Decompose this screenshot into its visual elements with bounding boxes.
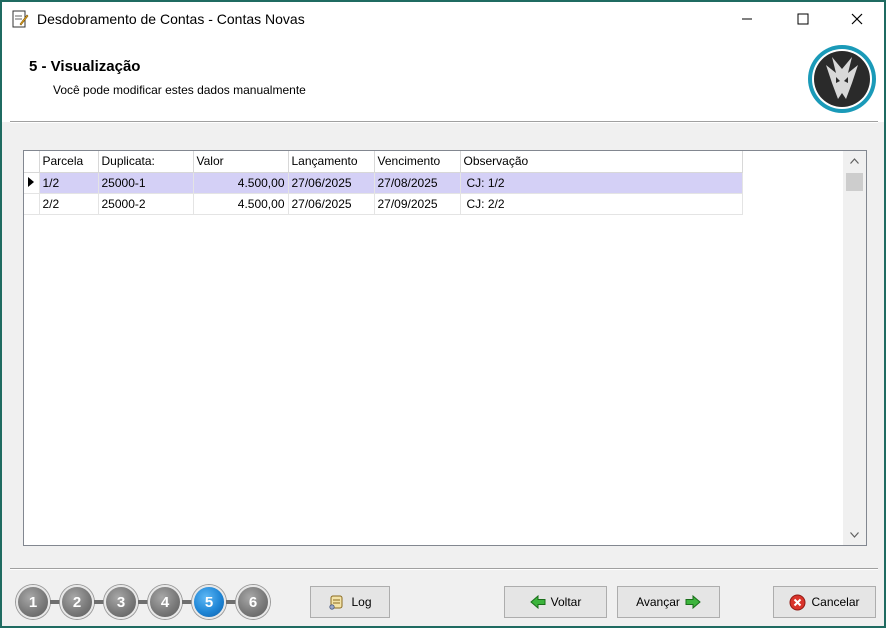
step-connector: [226, 600, 236, 604]
wizard-header: 5 - Visualização Você pode modificar est…: [2, 36, 884, 122]
grid-table: Parcela Duplicata: Valor Lançamento Venc…: [24, 151, 743, 215]
cell-parcela[interactable]: 2/2: [39, 193, 99, 215]
company-logo: [808, 45, 876, 113]
back-button[interactable]: Voltar: [504, 586, 607, 618]
column-header-valor[interactable]: Valor: [193, 151, 289, 173]
step-3[interactable]: 3: [104, 585, 138, 619]
log-scroll-icon: [329, 595, 343, 610]
cell-duplicata[interactable]: 25000-2: [98, 193, 194, 215]
cell-observacao[interactable]: CJ: 1/2: [460, 172, 743, 194]
cell-vencimento[interactable]: 27/09/2025: [374, 193, 461, 215]
step-2[interactable]: 2: [60, 585, 94, 619]
cancel-icon: [789, 594, 806, 610]
column-header-observacao[interactable]: Observação: [460, 151, 743, 173]
row-pointer-icon: [28, 176, 34, 187]
step-connector: [182, 600, 192, 604]
close-icon: [851, 13, 863, 25]
next-button-label: Avançar: [636, 595, 680, 609]
arrow-right-icon: [685, 595, 701, 609]
window-title: Desdobramento de Contas - Contas Novas: [37, 11, 305, 27]
column-header-parcela[interactable]: Parcela: [39, 151, 99, 173]
close-button[interactable]: [834, 2, 880, 36]
cell-lancamento[interactable]: 27/06/2025: [288, 172, 375, 194]
wizard-steps: 1 2 3 4 5 6: [16, 585, 270, 619]
page-subtitle: Você pode modificar estes dados manualme…: [53, 83, 306, 97]
title-bar: Desdobramento de Contas - Contas Novas: [2, 2, 884, 36]
column-header-vencimento[interactable]: Vencimento: [374, 151, 461, 173]
step-5-active[interactable]: 5: [192, 585, 226, 619]
cell-valor[interactable]: 4.500,00: [193, 193, 289, 215]
header-divider: [10, 121, 878, 123]
step-connector: [94, 600, 104, 604]
row-pointer: [24, 172, 40, 194]
cell-vencimento[interactable]: 27/08/2025: [374, 172, 461, 194]
step-4[interactable]: 4: [148, 585, 182, 619]
installments-grid[interactable]: Parcela Duplicata: Valor Lançamento Venc…: [23, 150, 867, 546]
app-icon: [12, 10, 29, 28]
scroll-thumb[interactable]: [846, 173, 863, 191]
column-header-duplicata[interactable]: Duplicata:: [98, 151, 194, 173]
table-row[interactable]: 1/2 25000-1 4.500,00 27/06/2025 27/08/20…: [24, 172, 743, 194]
cell-parcela[interactable]: 1/2: [39, 172, 99, 194]
page-title: 5 - Visualização: [29, 58, 141, 75]
grid-header-row: Parcela Duplicata: Valor Lançamento Venc…: [24, 151, 743, 173]
row-indicator: [24, 193, 40, 215]
minimize-button[interactable]: [724, 2, 770, 36]
log-button[interactable]: Log: [310, 586, 390, 618]
cancel-button-label: Cancelar: [811, 595, 860, 609]
scroll-down-button[interactable]: [843, 525, 866, 545]
maximize-icon: [797, 13, 809, 25]
table-row[interactable]: 2/2 25000-2 4.500,00 27/06/2025 27/09/20…: [24, 193, 743, 215]
chevron-down-icon: [850, 532, 859, 538]
step-connector: [138, 600, 148, 604]
column-header-lancamento[interactable]: Lançamento: [288, 151, 375, 173]
step-connector: [50, 600, 60, 604]
maximize-button[interactable]: [780, 2, 826, 36]
step-6[interactable]: 6: [236, 585, 270, 619]
cell-lancamento[interactable]: 27/06/2025: [288, 193, 375, 215]
next-button[interactable]: Avançar: [617, 586, 720, 618]
cancel-button[interactable]: Cancelar: [773, 586, 876, 618]
cell-duplicata[interactable]: 25000-1: [98, 172, 194, 194]
log-button-label: Log: [351, 595, 372, 609]
arrow-left-icon: [529, 595, 546, 609]
footer-divider: [10, 568, 878, 570]
minimize-icon: [742, 18, 752, 20]
chevron-up-icon: [850, 158, 859, 164]
back-button-label: Voltar: [550, 595, 582, 609]
scroll-up-button[interactable]: [843, 151, 866, 171]
cell-valor[interactable]: 4.500,00: [193, 172, 289, 194]
step-1[interactable]: 1: [16, 585, 50, 619]
wizard-window: Desdobramento de Contas - Contas Novas 5…: [0, 0, 886, 628]
vertical-scrollbar[interactable]: [843, 151, 866, 545]
indicator-header: [24, 151, 40, 173]
cell-observacao[interactable]: CJ: 2/2: [460, 193, 743, 215]
